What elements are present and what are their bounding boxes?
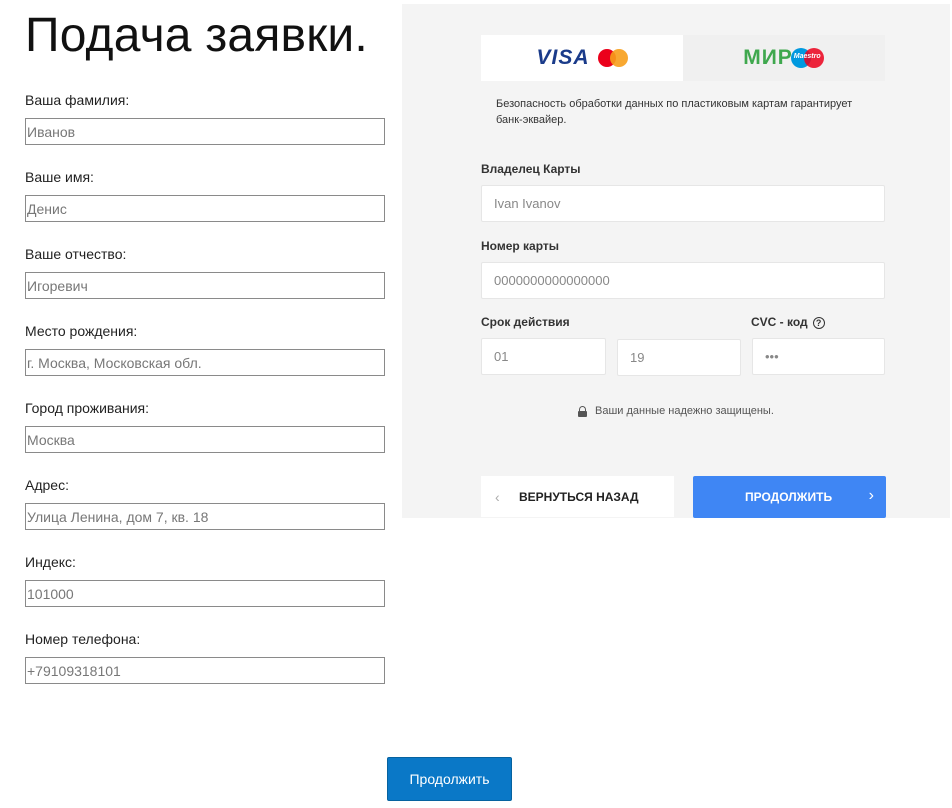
patronymic-field: Ваше отчество:	[25, 246, 385, 299]
postal-code-field: Индекс:	[25, 554, 385, 607]
cvc-label: CVC - код?	[751, 315, 825, 329]
mastercard-icon	[597, 49, 628, 67]
name-field: Ваше имя:	[25, 169, 385, 222]
visa-logo: VISA	[536, 46, 590, 69]
city-field: Город проживания:	[25, 400, 385, 453]
cvc-label-text: CVC - код	[751, 315, 808, 329]
phone-label: Номер телефона:	[25, 631, 141, 647]
address-field: Адрес:	[25, 477, 385, 530]
chevron-left-icon: ‹	[495, 489, 500, 505]
back-button-label: ВЕРНУТЬСЯ НАЗАД	[519, 489, 639, 504]
patronymic-label: Ваше отчество:	[25, 246, 127, 262]
postal-code-label: Индекс:	[25, 554, 76, 570]
birthplace-label: Место рождения:	[25, 323, 138, 339]
chevron-right-icon: ›	[868, 487, 874, 504]
phone-field: Номер телефона:	[25, 631, 385, 684]
back-button[interactable]: ‹ ВЕРНУТЬСЯ НАЗАД	[481, 476, 674, 517]
surname-label: Ваша фамилия:	[25, 92, 130, 108]
security-note: Безопасность обработки данных по пластик…	[496, 98, 853, 126]
continue-payment-button[interactable]: ПРОДОЛЖИТЬ ›	[693, 476, 886, 518]
name-input[interactable]	[25, 195, 385, 222]
submit-application-button[interactable]: Продолжить	[387, 757, 512, 801]
tab-visa-mastercard[interactable]: VISA	[481, 35, 683, 81]
expiry-month-input[interactable]	[481, 338, 606, 375]
cvc-input[interactable]	[752, 338, 885, 375]
maestro-icon: Maestro	[790, 48, 825, 68]
address-label: Адрес:	[25, 477, 69, 493]
secure-notice: Ваши данные надежно защищены.	[578, 405, 774, 417]
lock-icon	[578, 405, 587, 417]
postal-code-input[interactable]	[25, 580, 385, 607]
card-brand-tabs: VISA МИР Maestro	[481, 35, 885, 81]
surname-field: Ваша фамилия:	[25, 92, 385, 145]
birthplace-field: Место рождения:	[25, 323, 385, 376]
mir-logo: МИР	[743, 46, 793, 69]
card-number-label: Номер карты	[481, 239, 560, 253]
help-icon[interactable]: ?	[812, 317, 825, 329]
secure-notice-text: Ваши данные надежно защищены.	[595, 405, 774, 417]
continue-payment-label: ПРОДОЛЖИТЬ	[745, 490, 833, 504]
expiry-year-input[interactable]	[617, 339, 741, 376]
city-label: Город проживания:	[25, 400, 150, 416]
card-holder-input[interactable]	[481, 185, 885, 222]
patronymic-input[interactable]	[25, 272, 385, 299]
card-holder-label: Владелец Карты	[481, 162, 581, 176]
city-input[interactable]	[25, 426, 385, 453]
tab-mir-maestro[interactable]: МИР Maestro	[683, 35, 885, 81]
payment-panel: VISA МИР Maestro Безопасность обработки …	[402, 4, 950, 518]
expiry-label: Срок действия	[481, 315, 570, 329]
name-label: Ваше имя:	[25, 169, 94, 185]
page-title: Подача заявки.	[25, 9, 368, 62]
card-number-input[interactable]	[481, 262, 885, 299]
address-input[interactable]	[25, 503, 385, 530]
surname-input[interactable]	[25, 118, 385, 145]
phone-input[interactable]	[25, 657, 385, 684]
birthplace-input[interactable]	[25, 349, 385, 376]
